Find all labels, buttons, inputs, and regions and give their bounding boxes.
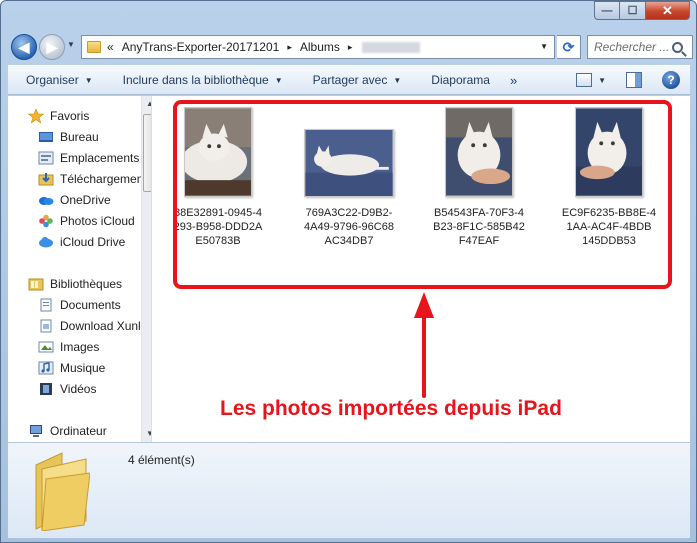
- sidebar-item-label: Vidéos: [60, 382, 97, 396]
- sidebar-item-label: Images: [60, 340, 100, 354]
- star-icon: [28, 109, 44, 123]
- help-icon[interactable]: ?: [662, 71, 680, 89]
- computer-icon: [30, 425, 42, 437]
- sidebar-item-onedrive[interactable]: OneDrive: [38, 190, 111, 210]
- scrollbar-thumb[interactable]: [143, 114, 151, 192]
- navigation-bar: ◀ ▶ ▼ « AnyTrans-Exporter-20171201 ▸ Alb…: [9, 31, 693, 61]
- sidebar-item-label: Bureau: [60, 130, 99, 144]
- command-bar-right: ▼ ?: [576, 71, 680, 89]
- downloads-icon: [38, 173, 54, 186]
- videos-icon: [40, 383, 52, 395]
- music-icon: [38, 361, 54, 375]
- search-input[interactable]: [594, 40, 670, 54]
- sidebar-item-label: Musique: [60, 361, 106, 375]
- address-dropdown-icon[interactable]: ▼: [540, 42, 548, 51]
- icloud-photos-icon: [39, 214, 53, 228]
- refresh-icon[interactable]: ⟳: [557, 35, 581, 59]
- blurred-breadcrumb: [362, 41, 421, 53]
- include-in-library-label: Inclure dans la bibliothèque: [122, 73, 269, 87]
- sidebar-item-label: Download Xunlei: [60, 319, 151, 333]
- sidebar-item-label: Favoris: [50, 109, 90, 123]
- annotation-caption: Les photos importées depuis iPad: [220, 397, 562, 420]
- breadcrumb-separator-icon[interactable]: ▸: [287, 42, 292, 53]
- back-arrow-icon[interactable]: ◀: [11, 34, 37, 60]
- images-icon: [38, 341, 54, 353]
- sidebar-item-recent-places[interactable]: Emplacements: [38, 148, 139, 168]
- details-pane: 4 élément(s): [8, 442, 690, 538]
- breadcrumb-item[interactable]: AnyTrans-Exporter-20171201: [122, 40, 280, 54]
- change-view-icon[interactable]: [576, 73, 593, 87]
- icloud-drive-icon: [39, 237, 53, 248]
- chevron-down-icon: ▼: [84, 75, 93, 85]
- sidebar-item-label: Documents: [60, 298, 121, 312]
- sidebar-item-desktop[interactable]: Bureau: [38, 127, 99, 147]
- sidebar-item-label: iCloud Drive: [60, 235, 126, 249]
- organize-label: Organiser: [26, 73, 79, 87]
- folder-icon: [35, 452, 90, 531]
- sidebar-item-videos[interactable]: Vidéos: [38, 379, 96, 399]
- sidebar-item-music[interactable]: Musique: [38, 358, 105, 378]
- sidebar-item-favorites[interactable]: Favoris: [28, 106, 89, 126]
- maximize-button[interactable]: ☐: [620, 1, 646, 20]
- preview-pane-icon[interactable]: [626, 72, 642, 88]
- breadcrumb-overflow[interactable]: «: [107, 40, 114, 54]
- documents-icon: [40, 298, 52, 312]
- sidebar-item-downloads[interactable]: Téléchargements: [38, 169, 152, 189]
- include-in-library-menu[interactable]: Inclure dans la bibliothèque ▼: [123, 73, 283, 87]
- sidebar-item-label: Photos iCloud: [60, 214, 135, 228]
- minimize-button[interactable]: —: [594, 1, 620, 20]
- sidebar-item-libraries[interactable]: Bibliothèques: [28, 274, 122, 294]
- search-icon[interactable]: [672, 41, 683, 53]
- slideshow-label: Diaporama: [431, 73, 490, 87]
- folder-icon: [87, 41, 101, 53]
- highlight-box: [173, 100, 672, 289]
- chevron-down-icon: ▼: [393, 75, 402, 85]
- sidebar-item-label: Téléchargements: [60, 172, 152, 186]
- slideshow-button[interactable]: Diaporama: [431, 73, 490, 87]
- command-bar: Organiser ▼ Inclure dans la bibliothèque…: [8, 65, 690, 95]
- download-folder-icon: [40, 319, 52, 333]
- sidebar-item-download-xunlei[interactable]: Download Xunlei: [38, 316, 150, 336]
- chevron-down-icon: ▼: [274, 75, 283, 85]
- recent-pages-dropdown-icon[interactable]: ▼: [67, 40, 77, 49]
- sidebar-item-icloud-photos[interactable]: Photos iCloud: [38, 211, 135, 231]
- window-controls: — ☐ ✕: [594, 1, 690, 21]
- breadcrumb-item[interactable]: Albums: [300, 40, 340, 54]
- sidebar-item-label: Emplacements: [60, 151, 140, 165]
- sidebar-item-label: Ordinateur: [50, 424, 107, 438]
- annotation-arrow: [422, 312, 426, 398]
- more-commands-button[interactable]: »: [510, 73, 517, 88]
- item-count: 4 élément(s): [128, 453, 195, 467]
- navigation-pane: Favoris Bureau Emplacements Téléchargeme…: [8, 96, 152, 442]
- sidebar-scrollbar[interactable]: ▲ ▼: [141, 96, 151, 442]
- sidebar-item-label: OneDrive: [60, 193, 111, 207]
- libraries-icon: [28, 278, 44, 291]
- sidebar-item-icloud-drive[interactable]: iCloud Drive: [38, 232, 125, 252]
- close-button[interactable]: ✕: [646, 1, 690, 20]
- share-with-label: Partager avec: [312, 73, 388, 87]
- recent-places-icon: [38, 151, 54, 165]
- address-bar[interactable]: « AnyTrans-Exporter-20171201 ▸ Albums ▸ …: [81, 35, 555, 59]
- view-options-dropdown-icon[interactable]: ▼: [598, 76, 606, 85]
- sidebar-item-label: Bibliothèques: [50, 277, 123, 291]
- sidebar-item-images[interactable]: Images: [38, 337, 99, 357]
- sidebar-item-documents[interactable]: Documents: [38, 295, 121, 315]
- search-box[interactable]: [587, 35, 693, 59]
- forward-arrow-icon[interactable]: ▶: [39, 34, 65, 60]
- share-with-menu[interactable]: Partager avec ▼: [313, 73, 402, 87]
- organize-menu[interactable]: Organiser ▼: [26, 73, 93, 87]
- breadcrumb-separator-icon[interactable]: ▸: [348, 42, 353, 53]
- desktop-icon: [39, 132, 53, 142]
- onedrive-icon: [39, 197, 54, 205]
- sidebar-item-computer[interactable]: Ordinateur: [28, 421, 107, 441]
